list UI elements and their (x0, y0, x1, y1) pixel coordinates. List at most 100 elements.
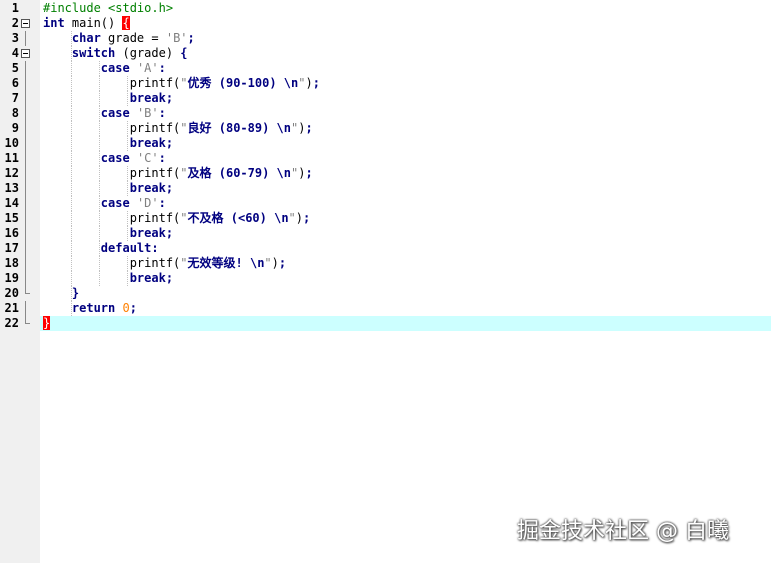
code-line-area[interactable]: printf("良好 (80-89) \n"); (40, 121, 771, 136)
code-line[interactable]: 21 return 0; (0, 301, 771, 316)
code-token: ; (305, 121, 313, 135)
code-line[interactable]: 17 default: (0, 241, 771, 256)
code-line[interactable]: 18 printf("无效等级! \n"); (0, 256, 771, 271)
fold-guide-line (25, 91, 26, 106)
code-text: } (43, 286, 79, 301)
code-line-area[interactable]: int main() { (40, 16, 771, 31)
code-line-area[interactable]: case 'B': (40, 106, 771, 121)
code-line-area[interactable]: case 'A': (40, 61, 771, 76)
line-number: 2 (11, 16, 19, 30)
line-number: 7 (11, 91, 19, 105)
code-line-area[interactable]: case 'C': (40, 151, 771, 166)
code-line[interactable]: 1 #include <stdio.h> (0, 1, 771, 16)
code-text: break; (43, 136, 173, 151)
code-line-area[interactable]: printf("优秀 (90-100) \n"); (40, 76, 771, 91)
code-editor[interactable]: 1 #include <stdio.h> 2 int main() {3 char g… (0, 0, 771, 563)
code-line-area[interactable]: #include <stdio.h> (40, 1, 771, 16)
code-token: " (180, 76, 188, 90)
line-number: 8 (11, 106, 19, 120)
code-text: printf("不及格 (<60) \n"); (43, 211, 311, 226)
code-line[interactable]: 16 break; (0, 226, 771, 241)
code-token: : (158, 106, 166, 120)
code-text: break; (43, 181, 173, 196)
fold-minus-icon[interactable] (21, 19, 30, 28)
code-token: 'B' (165, 31, 188, 45)
code-token: 良好 (80-89) \n (187, 121, 291, 135)
code-token: default (100, 241, 152, 255)
code-token: } (71, 286, 80, 300)
code-line[interactable]: 14 case 'D': (0, 196, 771, 211)
code-line-area[interactable]: } (40, 286, 771, 301)
fold-guide-line (25, 241, 26, 256)
code-line[interactable]: 10 break; (0, 136, 771, 151)
code-token: " (264, 256, 272, 270)
code-line[interactable]: 15 printf("不及格 (<60) \n"); (0, 211, 771, 226)
line-number: 22 (4, 316, 19, 330)
code-line-area[interactable]: switch (grade) { (40, 46, 771, 61)
code-token: " (180, 121, 188, 135)
fold-guide-line (25, 61, 26, 76)
code-line[interactable]: 22} (0, 316, 771, 331)
code-line[interactable]: 5 case 'A': (0, 61, 771, 76)
code-line-area[interactable]: break; (40, 91, 771, 106)
code-token: 0 (122, 301, 130, 315)
code-line[interactable]: 4 switch (grade) { (0, 46, 771, 61)
code-token: ; (165, 181, 174, 195)
code-line-area[interactable]: break; (40, 271, 771, 286)
code-line[interactable]: 3 char grade = 'B'; (0, 31, 771, 46)
code-line[interactable]: 2 int main() { (0, 16, 771, 31)
fold-minus-icon[interactable] (21, 49, 30, 58)
code-token: break (129, 136, 166, 150)
code-line[interactable]: 20 } (0, 286, 771, 301)
code-line[interactable]: 13 break; (0, 181, 771, 196)
code-line-area[interactable]: case 'D': (40, 196, 771, 211)
code-line-area[interactable]: printf("不及格 (<60) \n"); (40, 211, 771, 226)
code-line[interactable]: 11 case 'C': (0, 151, 771, 166)
code-line[interactable]: 6 printf("优秀 (90-100) \n"); (0, 76, 771, 91)
line-number: 5 (11, 61, 19, 75)
line-number: 6 (11, 76, 19, 90)
code-line-area[interactable]: char grade = 'B'; (40, 31, 771, 46)
code-token: : (158, 196, 166, 210)
fold-guide-line (25, 226, 26, 241)
code-text: printf("无效等级! \n"); (43, 256, 286, 271)
code-token: switch (71, 46, 116, 60)
code-line-area[interactable]: default: (40, 241, 771, 256)
code-line-area[interactable]: break; (40, 181, 771, 196)
code-line-area[interactable]: printf("无效等级! \n"); (40, 256, 771, 271)
code-token: ; (278, 256, 287, 270)
fold-guide-line (25, 151, 26, 166)
code-line[interactable]: 7 break; (0, 91, 771, 106)
code-token: 'B' (136, 106, 159, 120)
code-line[interactable]: 9 printf("良好 (80-89) \n"); (0, 121, 771, 136)
code-line-area[interactable]: break; (40, 136, 771, 151)
line-number: 17 (4, 241, 19, 255)
code-line-area[interactable]: } (40, 316, 771, 331)
code-token: 'A' (136, 61, 159, 75)
code-token: 不及格 (<60) \n (187, 211, 289, 225)
fold-guide-line (25, 301, 26, 316)
code-text: break; (43, 91, 173, 106)
code-line[interactable]: 8 case 'B': (0, 106, 771, 121)
code-token: } (43, 316, 51, 330)
line-number: 16 (4, 226, 19, 240)
code-line[interactable]: 12 printf("及格 (60-79) \n"); (0, 166, 771, 181)
code-token: { (122, 16, 130, 30)
line-number: 20 (4, 286, 19, 300)
code-text: break; (43, 226, 173, 241)
line-number: 13 (4, 181, 19, 195)
code-line-area[interactable]: printf("及格 (60-79) \n"); (40, 166, 771, 181)
code-line[interactable]: 19 break; (0, 271, 771, 286)
code-text: } (43, 316, 51, 331)
code-line-area[interactable]: break; (40, 226, 771, 241)
code-line-area[interactable]: return 0; (40, 301, 771, 316)
code-token: ; (312, 76, 320, 90)
